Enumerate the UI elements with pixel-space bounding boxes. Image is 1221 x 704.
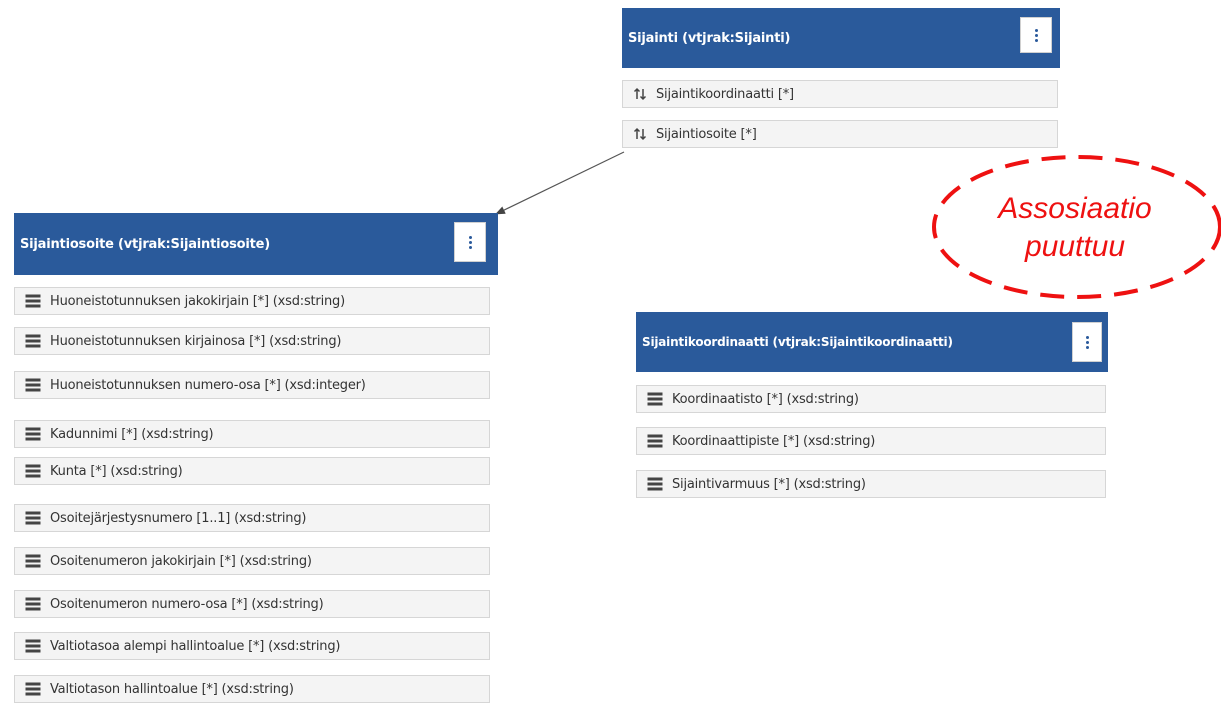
association-arrows-icon [633, 127, 647, 141]
attribute-list-icon [25, 427, 41, 441]
attribute-label: Osoitejärjestysnumero [1..1] (xsd:string… [50, 510, 307, 526]
class-title-sijainti: Sijainti (vtjrak:Sijainti) [628, 30, 791, 46]
class-sijaintiosoite[interactable]: Sijaintiosoite (vtjrak:Sijaintiosoite) H… [14, 213, 498, 703]
attribute-row[interactable]: Osoitenumeron numero-osa [*] (xsd:string… [14, 590, 490, 618]
callout-line-1: Assosiaatio [998, 192, 1152, 225]
attribute-list-icon [25, 511, 41, 525]
kebab-menu-icon [468, 235, 472, 249]
attribute-label: Valtiotason hallintoalue [*] (xsd:string… [50, 681, 294, 697]
attribute-list-icon [25, 294, 41, 308]
attribute-row[interactable]: Valtiotason hallintoalue [*] (xsd:string… [14, 675, 490, 703]
attribute-list-icon [25, 464, 41, 478]
class-title-sijaintikoordinaatti: Sijaintikoordinaatti (vtjrak:Sijaintikoo… [642, 335, 953, 349]
attribute-label: Sijaintikoordinaatti [*] [656, 86, 794, 102]
attribute-list-icon [25, 378, 41, 392]
attribute-list-icon [647, 477, 663, 491]
attribute-label: Valtiotasoa alempi hallintoalue [*] (xsd… [50, 638, 341, 654]
class-menu-button[interactable] [1020, 17, 1052, 53]
attribute-row[interactable]: Koordinaattipiste [*] (xsd:string) [636, 427, 1106, 455]
attribute-label: Koordinaattipiste [*] (xsd:string) [672, 433, 876, 449]
attribute-list-icon [25, 334, 41, 348]
attribute-label: Sijaintivarmuus [*] (xsd:string) [672, 476, 866, 492]
kebab-menu-icon [1034, 28, 1038, 42]
class-header-sijaintikoordinaatti: Sijaintikoordinaatti (vtjrak:Sijaintikoo… [636, 312, 1108, 372]
attribute-row[interactable]: Huoneistotunnuksen kirjainosa [*] (xsd:s… [14, 327, 490, 355]
attribute-label: Osoitenumeron numero-osa [*] (xsd:string… [50, 596, 324, 612]
attribute-label: Sijaintiosoite [*] [656, 126, 757, 142]
attribute-label: Osoitenumeron jakokirjain [*] (xsd:strin… [50, 553, 312, 569]
attribute-row[interactable]: Kadunnimi [*] (xsd:string) [14, 420, 490, 448]
attribute-list-icon [25, 639, 41, 653]
attribute-label: Huoneistotunnuksen jakokirjain [*] (xsd:… [50, 293, 345, 309]
attribute-row[interactable]: Sijaintiosoite [*] [622, 120, 1058, 148]
attribute-label: Koordinaatisto [*] (xsd:string) [672, 391, 859, 407]
class-header-sijaintiosoite: Sijaintiosoite (vtjrak:Sijaintiosoite) [14, 213, 498, 275]
attribute-row[interactable]: Sijaintivarmuus [*] (xsd:string) [636, 470, 1106, 498]
attribute-row[interactable]: Huoneistotunnuksen numero-osa [*] (xsd:i… [14, 371, 490, 399]
class-sijainti[interactable]: Sijainti (vtjrak:Sijainti) Sijaintikoord… [622, 8, 1060, 154]
attribute-list-icon [25, 597, 41, 611]
attribute-label: Huoneistotunnuksen numero-osa [*] (xsd:i… [50, 377, 366, 393]
attribute-list-icon [647, 434, 663, 448]
attribute-row[interactable]: Kunta [*] (xsd:string) [14, 457, 490, 485]
attribute-list-icon [647, 392, 663, 406]
association-arrows-icon [633, 87, 647, 101]
class-sijaintikoordinaatti[interactable]: Sijaintikoordinaatti (vtjrak:Sijaintikoo… [636, 312, 1108, 502]
attribute-row[interactable]: Huoneistotunnuksen jakokirjain [*] (xsd:… [14, 287, 490, 315]
attribute-row[interactable]: Osoitenumeron jakokirjain [*] (xsd:strin… [14, 547, 490, 575]
attribute-row[interactable]: Sijaintikoordinaatti [*] [622, 80, 1058, 108]
attribute-label: Kadunnimi [*] (xsd:string) [50, 426, 214, 442]
class-menu-button[interactable] [454, 222, 486, 262]
callout-line-2: puuttuu [1024, 230, 1126, 263]
callout-annotation: Assosiaatio puuttuu [940, 190, 1210, 266]
class-title-sijaintiosoite: Sijaintiosoite (vtjrak:Sijaintiosoite) [20, 236, 271, 252]
attribute-row[interactable]: Osoitejärjestysnumero [1..1] (xsd:string… [14, 504, 490, 532]
attribute-row[interactable]: Valtiotasoa alempi hallintoalue [*] (xsd… [14, 632, 490, 660]
class-header-sijainti: Sijainti (vtjrak:Sijainti) [622, 8, 1060, 68]
class-menu-button[interactable] [1072, 322, 1102, 362]
kebab-menu-icon [1085, 335, 1089, 349]
attribute-list-icon [25, 554, 41, 568]
association-connector[interactable] [495, 151, 625, 215]
attribute-label: Huoneistotunnuksen kirjainosa [*] (xsd:s… [50, 333, 342, 349]
attribute-label: Kunta [*] (xsd:string) [50, 463, 183, 479]
attribute-row[interactable]: Koordinaatisto [*] (xsd:string) [636, 385, 1106, 413]
attribute-list-icon [25, 682, 41, 696]
